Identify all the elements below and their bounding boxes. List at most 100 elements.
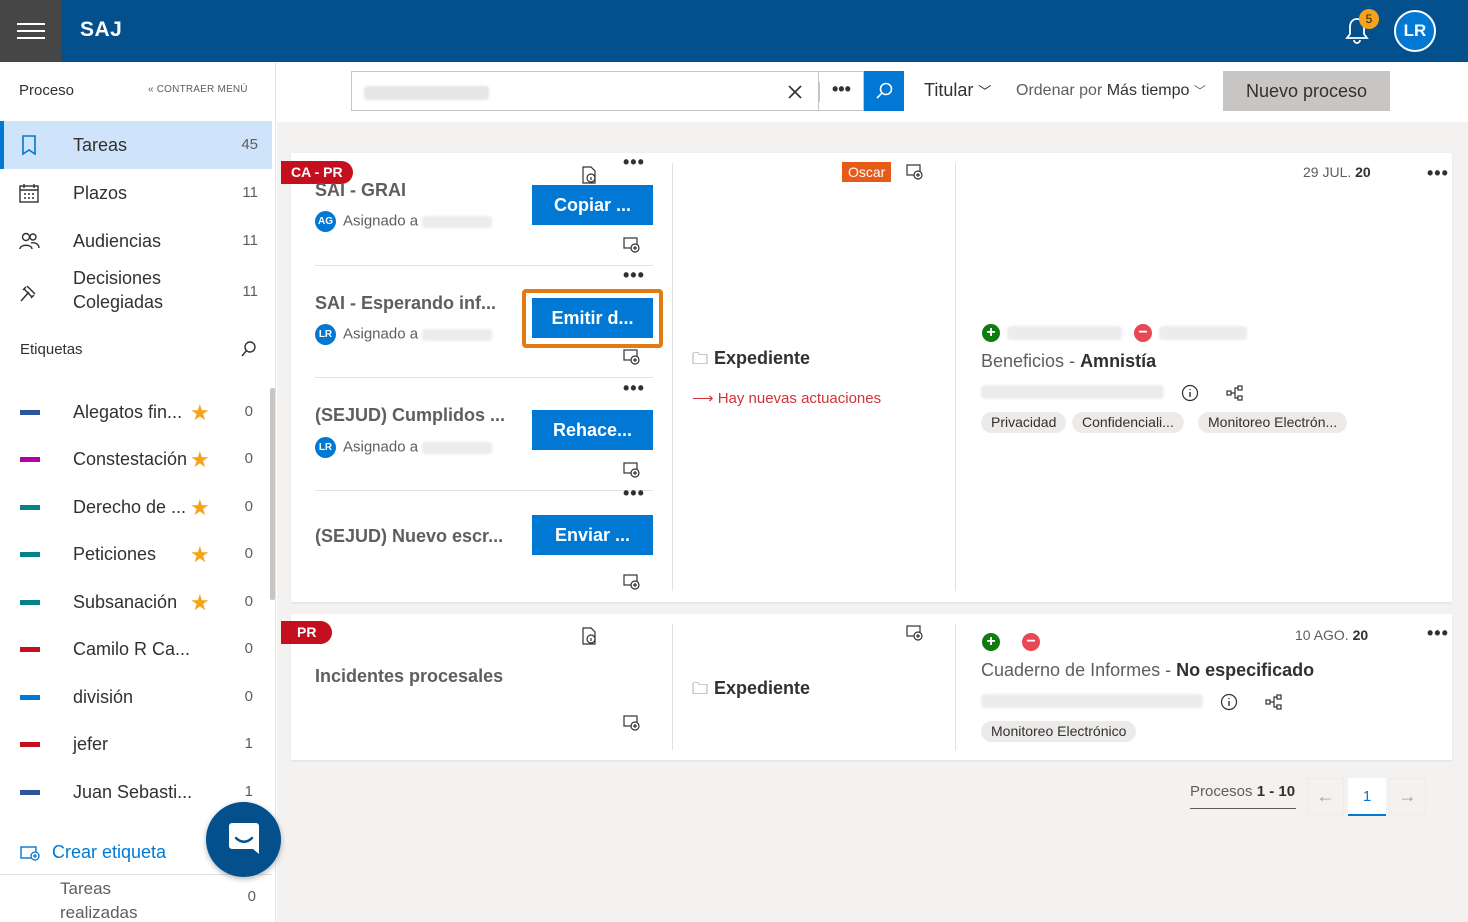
task-more-button[interactable]: ••• [623, 265, 645, 286]
nav-item-tareas[interactable]: Tareas 45 [0, 121, 272, 169]
party-name-redacted [1159, 326, 1247, 340]
add-party-icon[interactable]: + [982, 633, 1000, 651]
add-note-icon[interactable] [906, 624, 924, 642]
info-icon[interactable] [1181, 384, 1199, 402]
nav-item-audiencias[interactable]: Audiencias 11 [0, 217, 272, 265]
task-action-button[interactable]: Enviar ... [532, 515, 653, 555]
process-name[interactable]: Beneficios - Amnistía [981, 351, 1156, 372]
star-icon[interactable]: ★ [190, 400, 210, 426]
search-icon[interactable] [240, 340, 258, 358]
task-title[interactable]: SAI - Esperando inf... [315, 293, 496, 314]
new-actuaciones-link[interactable]: ⟶ Hay nuevas actuaciones [692, 389, 881, 407]
tag-label: Juan Sebasti... [73, 782, 193, 802]
tags-heading: Etiquetas [20, 341, 83, 358]
nav-label: Tareas [73, 135, 128, 155]
tag-count: 0 [244, 593, 253, 610]
tag-item[interactable]: división 0 [0, 678, 272, 718]
titular-dropdown[interactable]: Titular ﹀ [924, 80, 991, 101]
tag-item[interactable]: jefer 1 [0, 725, 272, 765]
tag-chip[interactable]: Confidenciali... [1072, 412, 1184, 433]
nav-count: 11 [242, 232, 258, 249]
process-more-button[interactable]: ••• [1427, 163, 1449, 184]
tag-label: Derecho de ... [73, 497, 187, 517]
process-card[interactable] [291, 614, 1452, 760]
tag-item[interactable]: Peticiones ★ 0 [0, 535, 272, 575]
search-value-redacted [364, 86, 489, 100]
page-number-button[interactable]: 1 [1348, 778, 1386, 816]
add-party-icon[interactable]: + [982, 324, 1000, 342]
add-note-icon[interactable] [623, 573, 641, 591]
nav-item-plazos[interactable]: Plazos 11 [0, 169, 272, 217]
chat-launcher-button[interactable] [206, 802, 281, 877]
document-info-icon[interactable] [580, 627, 598, 645]
star-icon[interactable]: ★ [190, 590, 210, 616]
collapse-menu-label: CONTRAER MENÚ [156, 84, 248, 95]
create-tag-link[interactable]: Crear etiqueta [20, 842, 166, 863]
star-icon[interactable]: ★ [190, 495, 210, 521]
tag-item[interactable]: Constestación ★ 0 [0, 440, 272, 480]
task-action-button[interactable]: Copiar ... [532, 185, 653, 225]
remove-party-icon[interactable]: − [1134, 324, 1152, 342]
previous-page-button[interactable]: ← [1307, 778, 1344, 815]
create-tag-label: Crear etiqueta [52, 842, 167, 862]
task-action-button[interactable]: Rehace... [532, 410, 653, 450]
tag-chip[interactable]: Privacidad [981, 412, 1067, 433]
tag-item[interactable]: Alegatos fin... ★ 0 [0, 393, 272, 433]
remove-party-icon[interactable]: − [1022, 633, 1040, 651]
expediente-link[interactable]: 🗀 Expediente [692, 348, 810, 375]
expediente-link[interactable]: 🗀 Expediente [692, 678, 810, 705]
add-note-icon[interactable] [623, 461, 641, 479]
hierarchy-icon[interactable] [1265, 693, 1283, 711]
tag-item[interactable]: Camilo R Ca... 0 [0, 630, 272, 670]
task-title[interactable]: Incidentes procesales [315, 666, 503, 687]
info-icon[interactable] [1220, 693, 1238, 711]
hamburger-menu-button[interactable] [0, 0, 61, 62]
assign-label: Asignado a [343, 325, 419, 343]
task-title[interactable]: (SEJUD) Cumplidos ... [315, 405, 505, 426]
add-note-icon[interactable] [906, 163, 924, 181]
next-page-button[interactable]: → [1389, 778, 1426, 815]
nav-item-decisiones-colegiadas[interactable]: Decisiones Colegiadas 11 [0, 265, 272, 321]
add-note-icon[interactable] [623, 348, 641, 366]
nav-label: Audiencias [73, 231, 162, 251]
star-icon[interactable]: ★ [190, 542, 210, 568]
tag-chip[interactable]: Monitoreo Electrónico [981, 721, 1137, 742]
search-options-button[interactable]: ••• [819, 71, 864, 111]
task-more-button[interactable]: ••• [623, 483, 645, 504]
tag-item[interactable]: Subsanación ★ 0 [0, 583, 272, 623]
add-note-icon[interactable] [623, 714, 641, 732]
star-icon[interactable]: ★ [190, 447, 210, 473]
tag-chip[interactable]: Monitoreo Electrón... [1198, 412, 1348, 433]
document-info-icon[interactable] [580, 166, 598, 184]
task-more-button[interactable]: ••• [623, 378, 645, 399]
process-sep: - [1160, 660, 1177, 680]
sort-prefix: Ordenar por [1016, 82, 1103, 99]
tag-item[interactable]: Derecho de ... ★ 0 [0, 488, 272, 528]
hierarchy-icon[interactable] [1226, 384, 1244, 402]
process-more-button[interactable]: ••• [1427, 623, 1449, 644]
clear-search-icon[interactable] [787, 84, 803, 100]
nav-count: 11 [242, 184, 258, 201]
sort-dropdown[interactable]: Ordenar por Más tiempo ﹀ [1016, 82, 1206, 100]
search-button[interactable] [864, 71, 904, 111]
folder-icon: 🗀 [692, 681, 709, 698]
task-title[interactable]: SAI - GRAI [315, 180, 406, 201]
task-action-button[interactable]: Emitir d... [532, 298, 653, 338]
chat-icon [229, 823, 259, 854]
notification-count-badge: 5 [1359, 9, 1379, 29]
task-title[interactable]: (SEJUD) Nuevo escr... [315, 526, 503, 547]
user-avatar[interactable]: LR [1394, 10, 1436, 52]
tareas-realizadas-item[interactable]: Tareas realizadas 0 [0, 874, 272, 922]
task-more-button[interactable]: ••• [623, 152, 645, 173]
nav-count: 11 [242, 283, 258, 300]
search-input[interactable] [351, 71, 819, 111]
new-process-button[interactable]: Nuevo proceso [1223, 71, 1390, 111]
collapse-menu-button[interactable]: « CONTRAER MENÚ [148, 84, 248, 95]
process-name[interactable]: Cuaderno de Informes - No especificado [981, 660, 1314, 681]
add-note-icon[interactable] [623, 236, 641, 254]
party-name-redacted [1007, 326, 1122, 340]
sidebar-heading: Proceso [19, 82, 75, 99]
sidebar-scrollbar[interactable] [270, 388, 275, 600]
tag-label: Constestación [73, 449, 188, 469]
assign-label: Asignado a [343, 212, 419, 230]
